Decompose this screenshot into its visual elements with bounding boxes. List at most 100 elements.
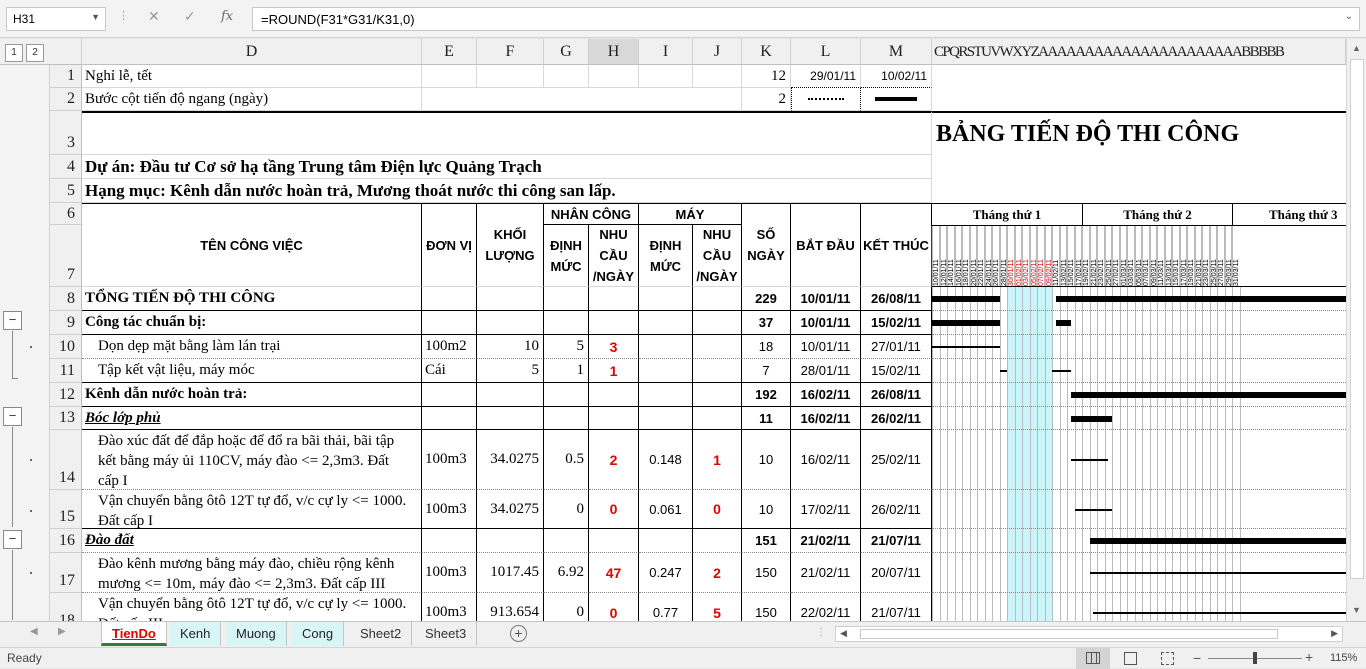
cell-e1[interactable] (422, 65, 477, 88)
cell-unit-r11[interactable]: Cái (422, 359, 477, 383)
cell-start-r11[interactable]: 28/01/11 (791, 359, 861, 383)
insert-function-icon[interactable]: fx (221, 9, 233, 24)
cell-h-r14[interactable]: 2 (589, 430, 639, 490)
cell-g-r14[interactable]: 0.5 (544, 430, 589, 490)
cell-task-r12[interactable]: Kênh dẫn nước hoàn trả: (82, 383, 422, 407)
cell-j-r18[interactable]: 5 (693, 593, 742, 621)
row-header-11[interactable]: 11 (50, 359, 82, 383)
cell-start-r10[interactable]: 10/01/11 (791, 335, 861, 359)
cell-h-r13[interactable] (589, 407, 639, 430)
cell-qty-r9[interactable] (477, 311, 544, 335)
cell-task-r17[interactable]: Đào kênh mương bằng máy đào, chiều rộng … (82, 553, 422, 593)
cell-i-r13[interactable] (639, 407, 693, 430)
cell-days-r18[interactable]: 150 (742, 593, 791, 621)
cell-unit-r8[interactable] (422, 287, 477, 311)
cell-task-r8[interactable]: TỔNG TIẾN ĐỘ THI CÔNG (82, 287, 422, 311)
cell-days-r11[interactable]: 7 (742, 359, 791, 383)
cell-e2-j2[interactable] (422, 88, 742, 111)
page-layout-icon[interactable] (1124, 652, 1137, 665)
cell-unit-r13[interactable] (422, 407, 477, 430)
cell-qty-r15[interactable]: 34.0275 (477, 490, 544, 529)
row-header-6[interactable]: 6 (50, 203, 82, 225)
cell-qty-r17[interactable]: 1017.45 (477, 553, 544, 593)
cell-task-r10[interactable]: Dọn dẹp mặt bằng làm lán trại (82, 335, 422, 359)
cell-j1[interactable] (693, 65, 742, 88)
cell-days-r12[interactable]: 192 (742, 383, 791, 407)
sheet-tab-sheet3[interactable]: Sheet3 (415, 622, 477, 646)
cell-i-r17[interactable]: 0.247 (639, 553, 693, 593)
formula-input[interactable]: =ROUND(F31*G31/K31,0)⌄ (252, 7, 1360, 31)
cell-unit-r17[interactable]: 100m3 (422, 553, 477, 593)
sheet-tab-tiendo[interactable]: TienDo (101, 622, 167, 646)
cell-j-r17[interactable]: 2 (693, 553, 742, 593)
cell-days-r14[interactable]: 10 (742, 430, 791, 490)
sheet-tab-kenh[interactable]: Kenh (170, 622, 221, 646)
cell-i-r18[interactable]: 0.77 (639, 593, 693, 621)
cell-start-r14[interactable]: 16/02/11 (791, 430, 861, 490)
cell-start-r16[interactable]: 21/02/11 (791, 529, 861, 553)
cell-d1[interactable]: Nghỉ lễ, tết (82, 65, 422, 88)
row-header-7[interactable]: 7 (50, 225, 82, 287)
row-header-1[interactable]: 1 (50, 65, 82, 88)
splitter-handle-icon[interactable]: ⋮ (816, 627, 826, 638)
sheet-tab-sheet2[interactable]: Sheet2 (350, 622, 412, 646)
horizontal-scroll-thumb[interactable] (860, 629, 1278, 639)
page-break-preview-icon[interactable] (1161, 652, 1174, 665)
cell-g-r10[interactable]: 5 (544, 335, 589, 359)
column-header-d[interactable]: D (82, 39, 422, 65)
scroll-up-icon[interactable]: ▲ (1352, 43, 1361, 53)
cell-f1[interactable] (477, 65, 544, 88)
zoom-slider-thumb[interactable] (1253, 652, 1257, 664)
worksheet-grid[interactable]: 1 2 D E F G H I J K L M CPQRSTUVWXYZAAAA… (0, 39, 1366, 621)
cell-days-r8[interactable]: 229 (742, 287, 791, 311)
cell-m2[interactable] (861, 88, 932, 111)
cell-end-r8[interactable]: 26/08/11 (861, 287, 932, 311)
cell-h-r11[interactable]: 1 (589, 359, 639, 383)
cell-h-r8[interactable] (589, 287, 639, 311)
cell-g-r11[interactable]: 1 (544, 359, 589, 383)
column-headers-timeline[interactable]: CPQRSTUVWXYZAAAAAAAAAAAAAAAAAAAAAABBBBB (932, 39, 1346, 65)
cell-days-r13[interactable]: 11 (742, 407, 791, 430)
cell-days-r10[interactable]: 18 (742, 335, 791, 359)
column-header-f[interactable]: F (477, 39, 544, 65)
cell-end-r14[interactable]: 25/02/11 (861, 430, 932, 490)
cell-g-r18[interactable]: 0 (544, 593, 589, 621)
column-header-m[interactable]: M (861, 39, 932, 65)
cell-h-r9[interactable] (589, 311, 639, 335)
cell-start-r9[interactable]: 10/01/11 (791, 311, 861, 335)
enter-icon[interactable]: ✓ (184, 9, 196, 25)
cell-end-r17[interactable]: 20/07/11 (861, 553, 932, 593)
column-header-j[interactable]: J (693, 39, 742, 65)
cell-qty-r11[interactable]: 5 (477, 359, 544, 383)
cell-h-r12[interactable] (589, 383, 639, 407)
cell-qty-r13[interactable] (477, 407, 544, 430)
row-header-9[interactable]: 9 (50, 311, 82, 335)
cell-h-r17[interactable]: 47 (589, 553, 639, 593)
cell-j-r15[interactable]: 0 (693, 490, 742, 529)
sheet-tab-cong[interactable]: Cong (292, 622, 344, 646)
cell-g1[interactable] (544, 65, 589, 88)
cell-j-r11[interactable] (693, 359, 742, 383)
cell-k2[interactable]: 2 (742, 88, 791, 111)
cell-unit-r15[interactable]: 100m3 (422, 490, 477, 529)
cell-end-r10[interactable]: 27/01/11 (861, 335, 932, 359)
column-header-l[interactable]: L (791, 39, 861, 65)
cell-start-r8[interactable]: 10/01/11 (791, 287, 861, 311)
cell-task-r15[interactable]: Vận chuyển bằng ôtô 12T tự đổ, v/c cự ly… (82, 490, 422, 529)
zoom-level[interactable]: 115% (1330, 652, 1357, 664)
row-header-15[interactable]: 15 (50, 490, 82, 529)
cell-i-r12[interactable] (639, 383, 693, 407)
cell-i-r16[interactable] (639, 529, 693, 553)
sheet-tab-muong[interactable]: Muong (226, 622, 287, 646)
cell-i1[interactable] (639, 65, 693, 88)
cell-end-r12[interactable]: 26/08/11 (861, 383, 932, 407)
cell-i-r14[interactable]: 0.148 (639, 430, 693, 490)
cell-end-r9[interactable]: 15/02/11 (861, 311, 932, 335)
horizontal-scrollbar[interactable]: ◀ ▶ (835, 626, 1343, 642)
cell-g-r8[interactable] (544, 287, 589, 311)
cell-end-r16[interactable]: 21/07/11 (861, 529, 932, 553)
collapse-group-9-icon[interactable]: − (3, 311, 22, 330)
column-header-k[interactable]: K (742, 39, 791, 65)
zoom-in-icon[interactable]: + (1305, 649, 1313, 665)
cell-g-r9[interactable] (544, 311, 589, 335)
